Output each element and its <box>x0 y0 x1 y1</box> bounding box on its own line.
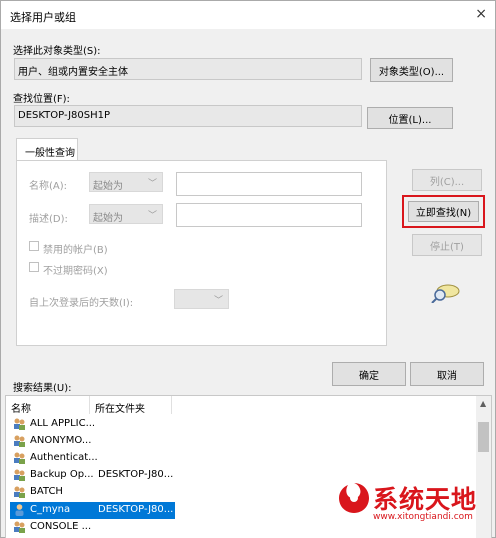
columns-button[interactable]: 列(C)... <box>412 169 482 191</box>
group-icon <box>14 452 25 464</box>
description-mode-select[interactable]: 起始为 ﹀ <box>89 204 163 224</box>
cancel-button[interactable]: 取消 <box>410 362 484 386</box>
list-item-folder: DESKTOP-J80... <box>98 504 174 515</box>
watermark-text: 系统天地 <box>373 485 478 514</box>
list-item-name: BATCH <box>30 486 63 497</box>
object-types-button[interactable]: 对象类型(O)... <box>370 58 453 82</box>
column-header-name[interactable]: 名称 <box>6 396 90 415</box>
list-item[interactable]: ANONYMO... <box>10 433 480 450</box>
list-item[interactable]: ALL APPLIC... <box>10 416 480 433</box>
list-item-name: ALL APPLIC... <box>30 418 96 429</box>
search-animation-icon <box>431 284 460 303</box>
scroll-thumb[interactable] <box>478 422 489 452</box>
user-icon <box>15 504 24 516</box>
group-icon <box>14 435 25 447</box>
watermark-url: www.xitongtiandi.com <box>373 512 473 522</box>
name-mode-select[interactable]: 起始为 ﹀ <box>89 172 163 192</box>
title-bar: 选择用户或组 × <box>1 1 495 29</box>
close-icon[interactable]: × <box>475 6 487 22</box>
disabled-accounts-checkbox[interactable] <box>29 241 39 251</box>
description-mode-value: 起始为 <box>93 213 123 224</box>
object-type-label: 选择此对象类型(S): <box>13 46 101 57</box>
search-results-label: 搜索结果(U): <box>13 383 72 394</box>
group-icon <box>14 469 25 481</box>
group-icon <box>14 418 25 430</box>
find-now-highlight <box>402 195 485 228</box>
object-type-value: 用户、组或内置安全主体 <box>14 58 362 80</box>
site-watermark: 系统天地 www.xitongtiandi.com <box>337 478 496 538</box>
days-since-login-select[interactable]: ﹀ <box>174 289 229 309</box>
list-item[interactable]: Authenticat... <box>10 450 480 467</box>
select-users-dialog: 选择用户或组 × 选择此对象类型(S): 用户、组或内置安全主体 对象类型(O)… <box>0 0 496 538</box>
disabled-accounts-label: 禁用的帐户(B) <box>43 245 108 256</box>
name-mode-value: 起始为 <box>93 181 123 192</box>
location-label: 查找位置(F): <box>13 94 70 105</box>
non-expiring-password-label: 不过期密码(X) <box>43 266 108 277</box>
tab-common-queries[interactable]: 一般性查询 <box>16 138 78 161</box>
name-label: 名称(A): <box>29 181 68 192</box>
description-label: 描述(D): <box>29 214 68 225</box>
ok-button[interactable]: 确定 <box>332 362 406 386</box>
scroll-up-icon[interactable]: ▲ <box>480 399 486 408</box>
list-item-selected[interactable]: C_myna DESKTOP-J80... <box>10 502 175 519</box>
chevron-down-icon: ﹀ <box>147 179 157 189</box>
name-input[interactable] <box>176 172 362 196</box>
non-expiring-password-checkbox[interactable] <box>29 262 39 272</box>
locations-button[interactable]: 位置(L)... <box>367 107 453 129</box>
group-icon <box>14 486 25 498</box>
list-item-name: Authenticat... <box>30 452 98 463</box>
chevron-down-icon: ﹀ <box>147 211 157 221</box>
description-input[interactable] <box>176 203 362 227</box>
days-since-login-label: 自上次登录后的天数(I): <box>29 298 134 309</box>
location-value: DESKTOP-J80SH1P <box>14 105 362 127</box>
list-item-name: CONSOLE ... <box>30 521 92 532</box>
chevron-down-icon: ﹀ <box>213 296 223 306</box>
list-item-folder: DESKTOP-J80... <box>98 469 174 480</box>
dialog-title: 选择用户或组 <box>10 11 76 24</box>
list-item-name: C_myna <box>30 504 71 515</box>
stop-button[interactable]: 停止(T) <box>412 234 482 256</box>
list-item-name: Backup Op... <box>30 469 94 480</box>
watermark-logo-icon <box>339 483 369 513</box>
group-icon <box>14 521 25 533</box>
column-header-folder[interactable]: 所在文件夹 <box>90 396 172 415</box>
list-item-name: ANONYMO... <box>30 435 92 446</box>
